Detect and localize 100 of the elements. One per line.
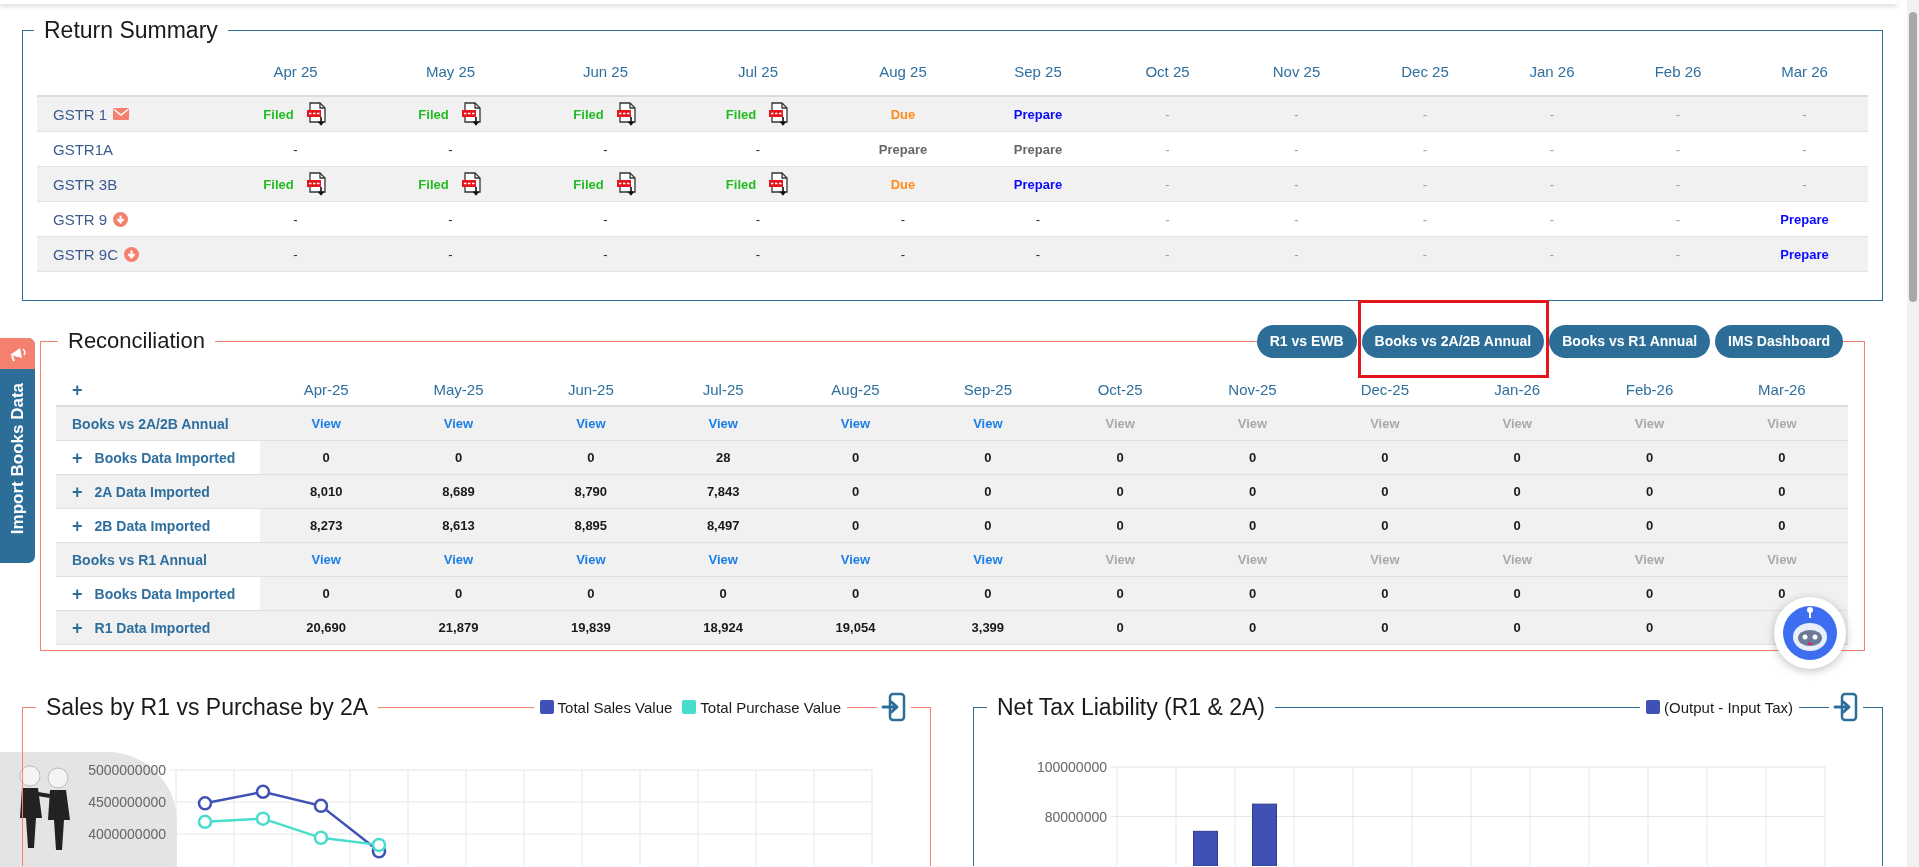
scrollbar-thumb[interactable] — [1909, 12, 1917, 302]
month-header: Jul 25 — [737, 62, 779, 80]
table-cell-text: 0 — [1115, 484, 1125, 499]
axis-label: 5000000000 — [88, 762, 166, 778]
view-link[interactable]: View — [973, 416, 1003, 431]
table-cell-text: 0 — [1512, 518, 1522, 533]
prepare-status: Prepare — [1013, 141, 1063, 157]
report-button[interactable]: R1 vs EWB — [1256, 324, 1357, 358]
dash-text: - — [293, 246, 298, 262]
import-books-tab[interactable]: Import Books Data — [0, 338, 35, 563]
table-cell-text: 0 — [983, 518, 993, 533]
month-header: May-25 — [432, 381, 485, 398]
table-cell-text: 0 — [1380, 484, 1390, 499]
download-icon[interactable] — [124, 246, 139, 262]
expand-all-button[interactable]: + — [72, 380, 83, 399]
month-header: Mar 26 — [1780, 62, 1829, 80]
pdf-download-icon[interactable] — [768, 102, 791, 126]
pdf-download-icon[interactable] — [615, 172, 638, 196]
dash-text: - — [448, 141, 453, 157]
table-cell-text: 0 — [1777, 586, 1787, 601]
table-cell-text: 0 — [586, 450, 596, 465]
table-cell-text: 0 — [983, 484, 993, 499]
view-link[interactable]: View — [973, 552, 1003, 567]
dash-text: - — [1549, 106, 1555, 122]
month-header: Dec-25 — [1359, 381, 1410, 398]
table-cell-text: 8,010 — [308, 484, 344, 499]
pdf-download-icon[interactable] — [615, 102, 638, 126]
table-cell-text: 0 — [1512, 484, 1522, 499]
report-button[interactable]: Books vs 2A/2B Annual — [1361, 324, 1545, 358]
prepare-link[interactable]: Prepare — [1013, 176, 1063, 192]
table-cell-text: 21,879 — [437, 620, 480, 635]
dash-text: - — [1165, 141, 1170, 157]
month-header: Aug 25 — [878, 62, 928, 80]
view-link[interactable]: View — [443, 416, 474, 431]
table-cell-text: 19,054 — [834, 620, 877, 635]
chatbot-button[interactable] — [1774, 597, 1846, 669]
expand-button[interactable]: + — [72, 618, 83, 637]
dash-text: - — [1294, 106, 1299, 122]
table-cell-text: 0 — [1644, 620, 1655, 635]
prepare-link[interactable]: Prepare — [1013, 106, 1063, 122]
filed-status: Filed — [725, 176, 757, 192]
prepare-link[interactable]: Prepare — [1780, 211, 1829, 227]
scrollbar[interactable] — [1907, 0, 1919, 867]
data-point — [313, 830, 329, 846]
prepare-link[interactable]: Prepare — [1780, 246, 1829, 262]
view-link[interactable]: View — [840, 552, 871, 567]
dash-text: - — [603, 141, 608, 157]
pdf-download-icon[interactable] — [305, 172, 328, 196]
dash-text: - — [448, 246, 453, 262]
legend-label: Total Sales Value — [557, 698, 673, 716]
view-link[interactable]: View — [311, 552, 341, 567]
table-cell-text: 0 — [1247, 450, 1258, 465]
expand-button[interactable]: + — [72, 516, 83, 535]
pdf-download-icon[interactable] — [460, 102, 483, 126]
view-link[interactable]: View — [708, 416, 738, 431]
dash-text: - — [1165, 211, 1170, 227]
table-cell-text: 18,924 — [702, 620, 745, 635]
data-point — [197, 796, 213, 811]
row-label: R1 Data Imported — [94, 619, 211, 636]
dash-text: - — [448, 211, 453, 227]
view-link[interactable]: View — [576, 416, 606, 431]
table-cell-text: 0 — [1512, 586, 1522, 601]
table-cell-text: 0 — [1644, 586, 1655, 601]
table-cell-text: 3,399 — [970, 620, 1006, 635]
view-link[interactable]: View — [311, 416, 341, 431]
expand-button[interactable]: + — [72, 482, 83, 501]
pdf-download-icon[interactable] — [305, 102, 328, 126]
expand-button[interactable]: + — [72, 448, 83, 467]
table-cell-text: 8,613 — [441, 518, 476, 533]
table-cell-text: 0 — [1380, 518, 1390, 533]
month-header: Nov-25 — [1227, 381, 1278, 398]
axis-label: 80000000 — [1044, 808, 1107, 825]
dash-text: - — [755, 211, 761, 227]
view-link[interactable]: View — [708, 552, 738, 567]
view-link[interactable]: View — [576, 552, 606, 567]
table-cell-text: 0 — [1777, 484, 1787, 499]
dash-text: - — [1165, 106, 1170, 122]
axis-label: 4500000000 — [88, 794, 166, 810]
dash-text: - — [1549, 176, 1555, 192]
envelope-icon[interactable] — [113, 108, 130, 120]
report-button[interactable]: IMS Dashboard — [1715, 324, 1843, 358]
data-point — [313, 798, 329, 814]
download-icon[interactable] — [113, 211, 129, 227]
month-header: Apr-25 — [302, 381, 350, 398]
table-cell-text: 0 — [1115, 518, 1125, 533]
view-link[interactable]: View — [840, 416, 871, 431]
table-cell-text: 0 — [1380, 586, 1390, 601]
month-header: Dec 25 — [1400, 62, 1450, 80]
view-link[interactable]: View — [443, 552, 474, 567]
month-header: Sep-25 — [962, 381, 1013, 398]
table-cell-text: 0 — [718, 586, 728, 601]
dash-text: - — [1422, 141, 1428, 157]
table-cell-text: 0 — [1512, 620, 1522, 635]
filed-status: Filed — [573, 176, 604, 192]
pdf-download-icon[interactable] — [768, 172, 791, 196]
table-cell-text: 7,843 — [705, 484, 741, 499]
expand-button[interactable]: + — [72, 584, 83, 603]
report-button[interactable]: Books vs R1 Annual — [1549, 324, 1711, 358]
month-header: Nov 25 — [1271, 62, 1322, 80]
pdf-download-icon[interactable] — [460, 172, 483, 196]
